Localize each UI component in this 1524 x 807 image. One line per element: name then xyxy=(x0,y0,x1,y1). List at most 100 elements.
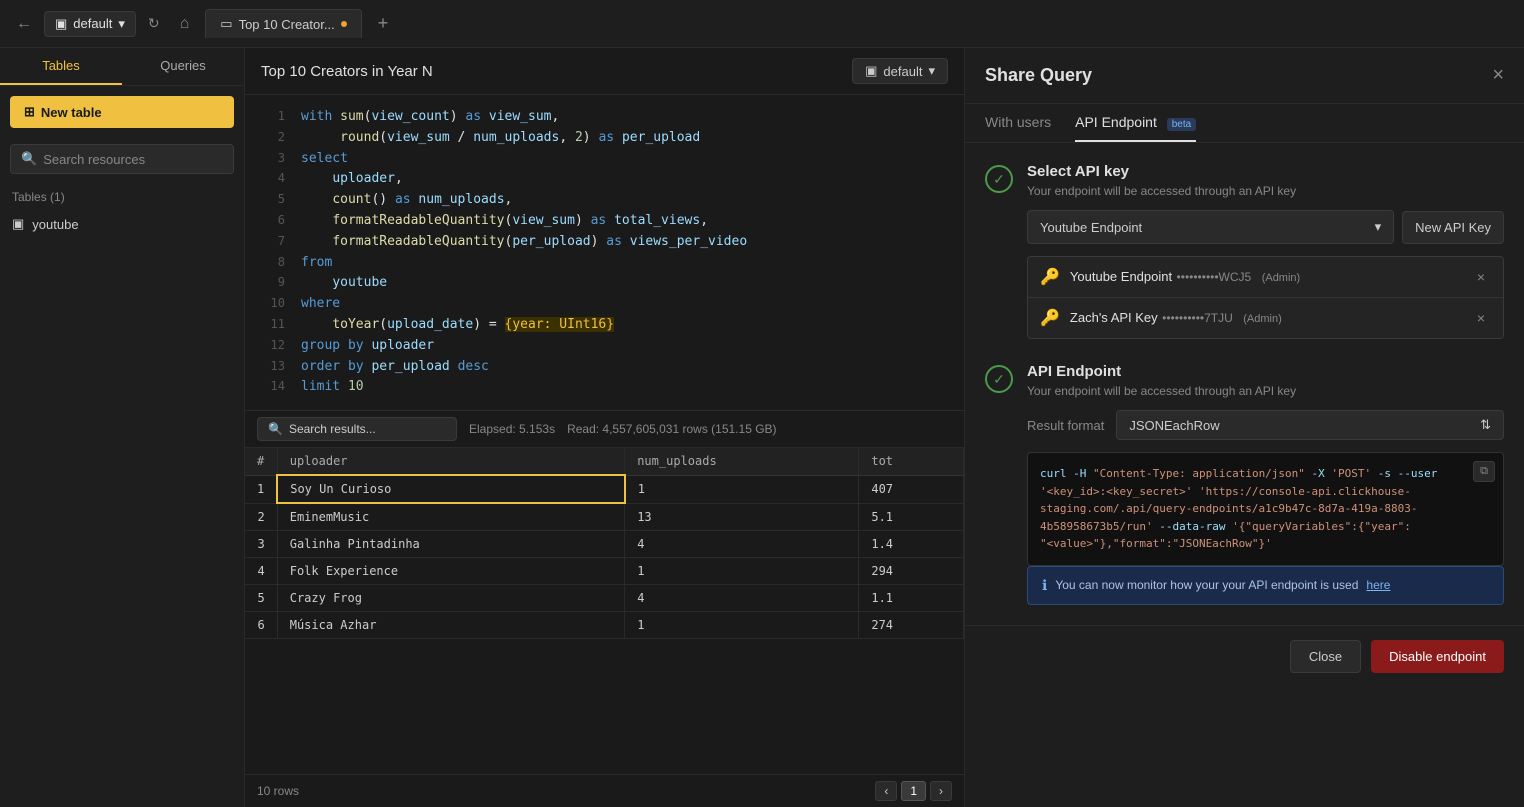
next-page-button[interactable]: › xyxy=(930,781,952,801)
new-api-key-button[interactable]: New API Key xyxy=(1402,211,1504,244)
top-bar-left: ← ▣ default ▾ ↻ xyxy=(12,11,164,37)
key-role-zach: (Admin) xyxy=(1243,313,1282,325)
back-button[interactable]: ← xyxy=(12,11,36,37)
table-row[interactable]: 5 Crazy Frog 4 1.1 xyxy=(245,585,964,612)
share-panel-close-button[interactable]: × xyxy=(1492,64,1504,87)
current-page: 1 xyxy=(901,781,926,801)
row-num: 1 xyxy=(245,475,277,503)
code-editor[interactable]: 1 with sum(view_count) as view_sum, 2 ro… xyxy=(245,95,964,410)
col-header-uploader: uploader xyxy=(277,448,624,475)
db-icon: ▣ xyxy=(55,16,67,32)
row-num: 4 xyxy=(245,558,277,585)
cell-tot: 407 xyxy=(859,475,964,503)
query-tab[interactable]: ▭ Top 10 Creator... xyxy=(205,9,361,38)
col-header-tot: tot xyxy=(859,448,964,475)
refresh-button[interactable]: ↻ xyxy=(144,11,164,36)
row-num: 6 xyxy=(245,612,277,639)
code-line-7: 7 formatReadableQuantity(per_upload) as … xyxy=(245,232,964,253)
add-tab-button[interactable]: + xyxy=(370,9,397,38)
key-icon: 🔑 xyxy=(1040,267,1060,287)
table-name: youtube xyxy=(32,217,78,232)
rows-count: 10 rows xyxy=(257,784,299,798)
table-row[interactable]: 4 Folk Experience 1 294 xyxy=(245,558,964,585)
table-row[interactable]: 1 Soy Un Curioso 1 407 xyxy=(245,475,964,503)
search-results-placeholder: Search results... xyxy=(289,422,376,436)
share-tabs: With users API Endpoint beta xyxy=(965,104,1524,143)
sidebar-tab-tables[interactable]: Tables xyxy=(0,48,122,85)
code-line-8: 8 from xyxy=(245,253,964,274)
search-icon: 🔍 xyxy=(21,151,37,167)
share-tab-with-users[interactable]: With users xyxy=(985,104,1051,142)
table-row[interactable]: 6 Música Azhar 1 274 xyxy=(245,612,964,639)
query-header: Top 10 Creators in Year N ▣ default ▾ xyxy=(245,48,964,95)
copy-curl-button[interactable]: ⧉ xyxy=(1473,461,1495,482)
api-key-select[interactable]: Youtube Endpoint ▾ xyxy=(1027,210,1394,244)
key-secret-zach: ••••••••••7TJU xyxy=(1162,311,1233,325)
step1-content: Select API key Your endpoint will be acc… xyxy=(1027,163,1504,339)
home-button[interactable]: ⌂ xyxy=(172,11,198,37)
share-tab-api-endpoint[interactable]: API Endpoint beta xyxy=(1075,104,1196,142)
query-tab-label: Top 10 Creator... xyxy=(239,17,335,32)
db-name: default xyxy=(73,16,112,31)
api-key-chevron-icon: ▾ xyxy=(1375,219,1382,235)
step2-title: API Endpoint xyxy=(1027,363,1504,380)
api-key-row: Youtube Endpoint ▾ New API Key xyxy=(1027,210,1504,244)
sidebar-item-youtube[interactable]: ▣ youtube xyxy=(0,210,244,238)
sidebar-tab-queries[interactable]: Queries xyxy=(122,48,244,85)
key-remove-youtube-button[interactable]: × xyxy=(1471,267,1491,287)
db-badge-name: default xyxy=(883,64,922,79)
new-table-button[interactable]: ⊞ New table xyxy=(10,96,234,128)
selected-key-label: Youtube Endpoint xyxy=(1040,220,1142,235)
step1-desc: Your endpoint will be accessed through a… xyxy=(1027,184,1504,198)
result-format-row: Result format JSONEachRow ⇅ xyxy=(1027,410,1504,440)
results-table: # uploader num_uploads tot 1 Soy Un Curi… xyxy=(245,448,964,639)
query-title: Top 10 Creators in Year N xyxy=(261,63,433,80)
share-panel: Share Query × With users API Endpoint be… xyxy=(964,48,1524,807)
share-body: ✓ Select API key Your endpoint will be a… xyxy=(965,143,1524,625)
key-info-zach: Zach's API Key ••••••••••7TJU (Admin) xyxy=(1070,309,1471,327)
info-banner: ℹ You can now monitor how your your API … xyxy=(1027,566,1504,605)
row-num: 3 xyxy=(245,531,277,558)
info-link[interactable]: here xyxy=(1366,578,1390,592)
col-header-num-uploads: num_uploads xyxy=(625,448,859,475)
db-selector[interactable]: ▣ default ▾ xyxy=(44,11,136,37)
results-table-wrap: # uploader num_uploads tot 1 Soy Un Curi… xyxy=(245,448,964,774)
curl-command-block: ⧉ curl -H "Content-Type: application/jso… xyxy=(1027,452,1504,566)
close-footer-button[interactable]: Close xyxy=(1290,640,1361,673)
key-role-youtube: (Admin) xyxy=(1262,272,1301,284)
key-name-youtube: Youtube Endpoint xyxy=(1070,269,1172,284)
search-resources-input[interactable]: 🔍 Search resources xyxy=(10,144,234,174)
elapsed-info: Elapsed: 5.153s xyxy=(469,422,555,436)
code-line-6: 6 formatReadableQuantity(view_sum) as to… xyxy=(245,211,964,232)
api-key-item-zach: 🔑 Zach's API Key ••••••••••7TJU (Admin) … xyxy=(1028,298,1503,338)
sidebar: Tables Queries ⊞ New table 🔍 Search reso… xyxy=(0,48,245,807)
result-format-select[interactable]: JSONEachRow ⇅ xyxy=(1116,410,1504,440)
table-row[interactable]: 2 EminemMusic 13 5.1 xyxy=(245,503,964,531)
db-badge-chevron: ▾ xyxy=(928,63,935,79)
info-text: You can now monitor how your your API en… xyxy=(1055,578,1358,592)
table-icon: ▣ xyxy=(12,216,24,232)
cell-uploader: Folk Experience xyxy=(277,558,624,585)
db-badge-icon: ▣ xyxy=(865,63,877,79)
prev-page-button[interactable]: ‹ xyxy=(875,781,897,801)
step1-title: Select API key xyxy=(1027,163,1504,180)
cell-num-uploads: 4 xyxy=(625,531,859,558)
key-secret-youtube: ••••••••••WCJ5 xyxy=(1177,270,1252,284)
sidebar-tabs: Tables Queries xyxy=(0,48,244,86)
db-badge[interactable]: ▣ default ▾ xyxy=(852,58,948,84)
code-line-1: 1 with sum(view_count) as view_sum, xyxy=(245,107,964,128)
search-placeholder: Search resources xyxy=(43,152,145,167)
key-icon-2: 🔑 xyxy=(1040,308,1060,328)
content-area: Top 10 Creators in Year N ▣ default ▾ 1 … xyxy=(245,48,964,807)
top-bar: ← ▣ default ▾ ↻ ⌂ ▭ Top 10 Creator... + xyxy=(0,0,1524,48)
key-remove-zach-button[interactable]: × xyxy=(1471,308,1491,328)
step2-row: ✓ API Endpoint Your endpoint will be acc… xyxy=(985,363,1504,605)
api-key-item-youtube: 🔑 Youtube Endpoint ••••••••••WCJ5 (Admin… xyxy=(1028,257,1503,298)
step1-check-icon: ✓ xyxy=(993,171,1005,188)
main-layout: Tables Queries ⊞ New table 🔍 Search reso… xyxy=(0,48,1524,807)
table-row[interactable]: 3 Galinha Pintadinha 4 1.4 xyxy=(245,531,964,558)
new-table-label: New table xyxy=(41,105,102,120)
disable-endpoint-button[interactable]: Disable endpoint xyxy=(1371,640,1504,673)
search-results-input[interactable]: 🔍 Search results... xyxy=(257,417,457,441)
share-footer: Close Disable endpoint xyxy=(965,625,1524,687)
